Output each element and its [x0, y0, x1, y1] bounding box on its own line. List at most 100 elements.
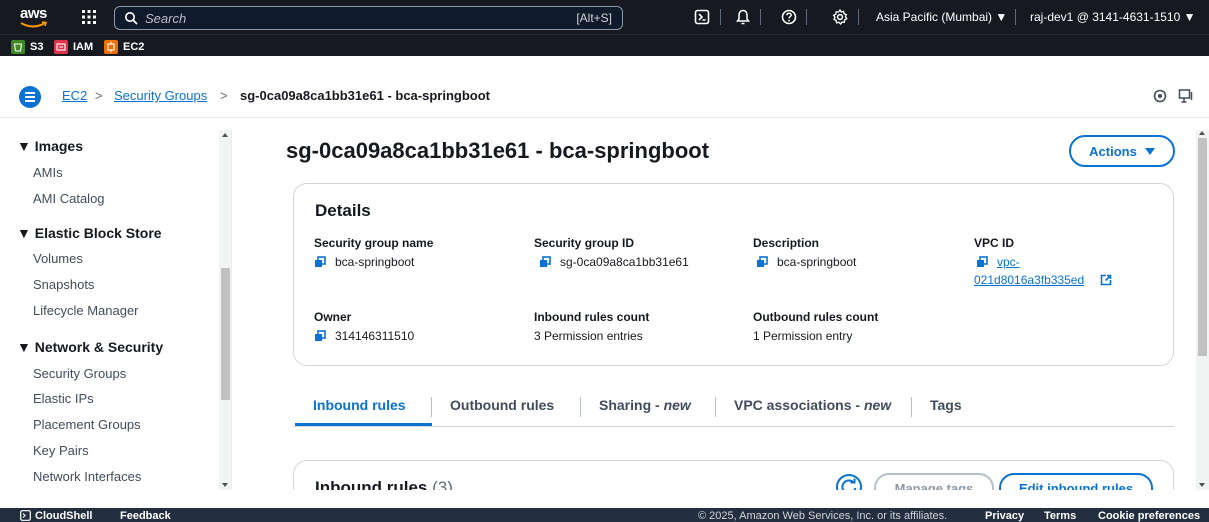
search-icon — [125, 12, 138, 25]
ec2-icon — [104, 40, 118, 54]
actions-label: Actions — [1089, 143, 1137, 159]
bell-icon[interactable] — [735, 9, 751, 25]
inbound-rules-title: Inbound rules (3) — [315, 478, 453, 490]
nav-divider — [858, 9, 859, 25]
tab-label: VPC associations - — [734, 397, 864, 413]
manage-tags-button[interactable]: Manage tags — [874, 473, 994, 490]
settings-icon[interactable] — [832, 9, 848, 25]
vpc-id-link[interactable]: vpc- — [997, 254, 1020, 270]
sidebar-item-amis[interactable]: AMIs — [33, 165, 63, 180]
copy-icon[interactable] — [976, 256, 988, 268]
copy-icon[interactable] — [539, 256, 551, 268]
inbound-rules-count-value: 3 Permission entries — [534, 329, 643, 343]
external-link-icon[interactable] — [1100, 274, 1112, 286]
edit-inbound-rules-button[interactable]: Edit inbound rules — [999, 473, 1153, 490]
tab-divider — [580, 397, 581, 417]
account-menu[interactable]: raj-dev1 @ 3141-4631-1510 ▼ — [1030, 10, 1196, 24]
vpc-id-link[interactable]: 021d8016a3fb335ed — [974, 272, 1084, 288]
help-icon[interactable] — [781, 9, 797, 25]
favorite-label: S3 — [30, 41, 44, 53]
services-grid-icon[interactable] — [80, 8, 98, 26]
favorite-iam[interactable]: IAM — [54, 39, 93, 55]
favorites-bar: S3 IAM EC2 — [0, 34, 1209, 56]
field-label: Security group name — [314, 236, 434, 250]
sidebar-item-network-interfaces[interactable]: Network Interfaces — [33, 469, 141, 484]
sidebar-item-volumes[interactable]: Volumes — [33, 251, 83, 266]
aws-logo-text: aws — [20, 5, 47, 22]
sidebar-item-placement-groups[interactable]: Placement Groups — [33, 417, 141, 432]
scroll-down-arrow[interactable] — [222, 483, 228, 487]
aws-smile-icon — [20, 21, 48, 28]
sidebar-section-elastic-block-store[interactable]: ▼ Elastic Block Store — [17, 225, 162, 241]
main-scrollbar[interactable] — [1196, 130, 1209, 490]
nav-divider — [720, 9, 721, 25]
tab-label: Sharing - — [599, 397, 664, 413]
terms-link[interactable]: Terms — [1044, 509, 1076, 522]
nav-divider — [1015, 9, 1016, 25]
privacy-link[interactable]: Privacy — [985, 509, 1024, 522]
side-navigation-toggle[interactable] — [19, 86, 41, 108]
s3-icon — [11, 40, 25, 54]
breadcrumb-ec2[interactable]: EC2 — [62, 88, 87, 103]
sidebar-section-images[interactable]: ▼ Images — [17, 138, 83, 154]
top-nav-row: aws Search [Alt+S] Asia Pacific (Mumbai)… — [0, 0, 1209, 34]
tab-vpc-associations[interactable]: VPC associations - new — [734, 387, 891, 427]
tab-inbound-rules[interactable]: Inbound rules — [313, 387, 406, 427]
search-input[interactable]: Search [Alt+S] — [114, 6, 623, 30]
tabs: Inbound rules Outbound rules Sharing - n… — [293, 387, 1174, 427]
sidebar-item-ami-catalog[interactable]: AMI Catalog — [33, 191, 105, 206]
breadcrumb-separator: > — [220, 88, 228, 103]
field-label: Owner — [314, 310, 352, 324]
scroll-up-arrow[interactable] — [222, 133, 228, 137]
tab-outbound-rules[interactable]: Outbound rules — [450, 387, 554, 427]
aws-logo[interactable]: aws — [20, 5, 52, 29]
field-label: Description — [753, 236, 820, 250]
scroll-up-arrow[interactable] — [1199, 131, 1205, 135]
security-group-name-value: bca-springboot — [335, 255, 415, 269]
scrollbar-thumb[interactable] — [221, 268, 230, 400]
tab-sharing[interactable]: Sharing - new — [599, 387, 691, 427]
sidebar-item-snapshots[interactable]: Snapshots — [33, 277, 94, 292]
iam-icon — [54, 40, 68, 54]
breadcrumb-separator: > — [95, 88, 103, 103]
inbound-rules-heading: Inbound rules — [315, 478, 428, 490]
notifications-icon[interactable] — [1152, 88, 1168, 104]
region-selector[interactable]: Asia Pacific (Mumbai) ▼ — [876, 10, 1007, 24]
cloudshell-icon[interactable] — [694, 9, 710, 25]
breadcrumb-security-groups[interactable]: Security Groups — [114, 88, 207, 103]
footer: CloudShell Feedback © 2025, Amazon Web S… — [0, 508, 1209, 522]
tab-tags[interactable]: Tags — [930, 387, 962, 427]
inbound-rules-panel: Inbound rules (3) Manage tags Edit inbou… — [293, 460, 1174, 490]
actions-button[interactable]: Actions — [1069, 135, 1175, 167]
cookie-preferences-link[interactable]: Cookie preferences — [1098, 509, 1200, 522]
feedback-link[interactable]: Feedback — [120, 509, 171, 522]
favorite-label: EC2 — [123, 41, 145, 53]
refresh-icon — [841, 478, 857, 490]
side-navigation: ▼ Images AMIs AMI Catalog ▼ Elastic Bloc… — [0, 130, 232, 490]
tab-divider — [911, 397, 912, 417]
sidebar-item-lifecycle-manager[interactable]: Lifecycle Manager — [33, 303, 139, 318]
main-content: sg-0ca09a8ca1bb31e61 - bca-springboot Ac… — [233, 130, 1209, 490]
favorite-ec2[interactable]: EC2 — [104, 39, 144, 55]
nav-divider — [806, 9, 807, 25]
copy-icon[interactable] — [314, 330, 326, 342]
sidebar-item-security-groups[interactable]: Security Groups — [33, 366, 126, 381]
scrollbar-thumb[interactable] — [1198, 138, 1207, 356]
outbound-rules-count-value: 1 Permission entry — [753, 329, 853, 343]
scroll-down-arrow[interactable] — [1199, 483, 1205, 487]
favorite-s3[interactable]: S3 — [11, 39, 43, 55]
top-navigation: aws Search [Alt+S] Asia Pacific (Mumbai)… — [0, 0, 1209, 56]
tools-panel-icon[interactable] — [1178, 88, 1194, 104]
refresh-button[interactable] — [836, 474, 862, 490]
copy-icon[interactable] — [314, 256, 326, 268]
tab-new-badge: new — [863, 397, 892, 413]
sidebar-section-network-security[interactable]: ▼ Network & Security — [17, 339, 163, 355]
cloudshell-icon[interactable] — [20, 510, 31, 521]
sidebar-item-elastic-ips[interactable]: Elastic IPs — [33, 391, 94, 406]
breadcrumb-current: sg-0ca09a8ca1bb31e61 - bca-springboot — [240, 88, 490, 103]
cloudshell-link[interactable]: CloudShell — [35, 509, 92, 522]
copy-icon[interactable] — [756, 256, 768, 268]
nav-divider — [760, 9, 761, 25]
sidebar-scrollbar[interactable] — [219, 130, 231, 490]
sidebar-item-key-pairs[interactable]: Key Pairs — [33, 443, 89, 458]
